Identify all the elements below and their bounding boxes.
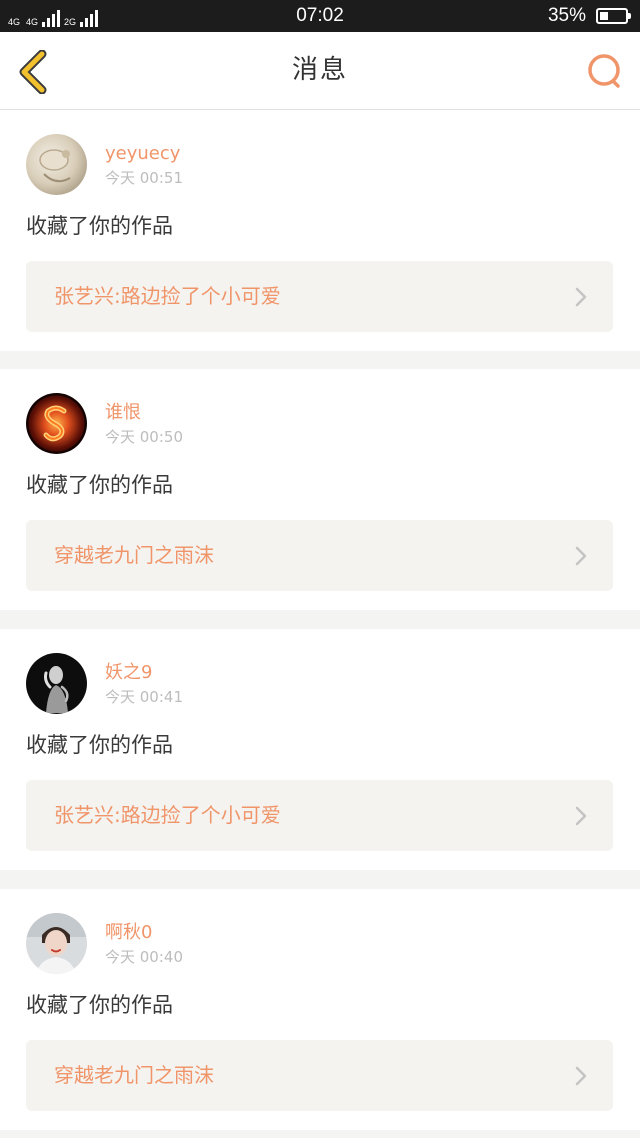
page-title: 消息 (291, 55, 348, 85)
avatar-image (26, 393, 87, 454)
chevron-right-icon (575, 546, 587, 566)
search-icon (588, 54, 620, 88)
battery-fill (600, 12, 609, 20)
username[interactable]: 妖之9 (105, 662, 152, 684)
avatar[interactable] (26, 653, 87, 714)
status-time: 07:02 (296, 5, 344, 26)
username[interactable]: 谁恨 (105, 402, 141, 424)
message-card: 谁恨 今天 00:50 收藏了你的作品 穿越老九门之雨沫 (0, 369, 640, 610)
avatar-image (26, 913, 87, 974)
username[interactable]: yeyuecy (105, 143, 180, 165)
work-title: 张艺兴:路边捡了个小可爱 (54, 284, 281, 308)
message-time: 今天 00:41 (105, 688, 183, 706)
status-bar: 4G 4G 2G 07:02 35% (0, 0, 640, 32)
work-link[interactable]: 张艺兴:路边捡了个小可爱 (26, 780, 613, 851)
work-title: 张艺兴:路边捡了个小可爱 (54, 803, 281, 827)
avatar[interactable] (26, 913, 87, 974)
search-button[interactable] (586, 52, 624, 90)
work-title: 穿越老九门之雨沫 (54, 543, 214, 567)
message-card: 妖之9 今天 00:41 收藏了你的作品 张艺兴:路边捡了个小可爱 (0, 629, 640, 870)
avatar[interactable] (26, 393, 87, 454)
work-link[interactable]: 张艺兴:路边捡了个小可爱 (26, 261, 613, 332)
message-time: 今天 00:50 (105, 428, 183, 446)
message-time: 今天 00:51 (105, 169, 183, 187)
action-text: 收藏了你的作品 (26, 733, 173, 757)
chevron-right-icon (575, 287, 587, 307)
username[interactable]: 啊秋0 (105, 922, 152, 944)
work-link[interactable]: 穿越老九门之雨沫 (26, 1040, 613, 1111)
chevron-right-icon (575, 1066, 587, 1086)
work-link[interactable]: 穿越老九门之雨沫 (26, 520, 613, 591)
chevron-right-icon (575, 806, 587, 826)
message-card: 啊秋0 今天 00:40 收藏了你的作品 穿越老九门之雨沫 (0, 889, 640, 1130)
action-text: 收藏了你的作品 (26, 473, 173, 497)
work-title: 穿越老九门之雨沫 (54, 1063, 214, 1087)
avatar[interactable] (26, 134, 87, 195)
navigation-bar: 消息 (0, 32, 640, 110)
avatar-image (26, 653, 87, 714)
message-card: yeyuecy 今天 00:51 收藏了你的作品 张艺兴:路边捡了个小可爱 (0, 110, 640, 351)
battery-percent: 35% (547, 5, 586, 26)
message-time: 今天 00:40 (105, 948, 183, 966)
battery-icon (596, 8, 631, 24)
action-text: 收藏了你的作品 (26, 214, 173, 238)
action-text: 收藏了你的作品 (26, 993, 173, 1017)
avatar-image (26, 134, 87, 195)
